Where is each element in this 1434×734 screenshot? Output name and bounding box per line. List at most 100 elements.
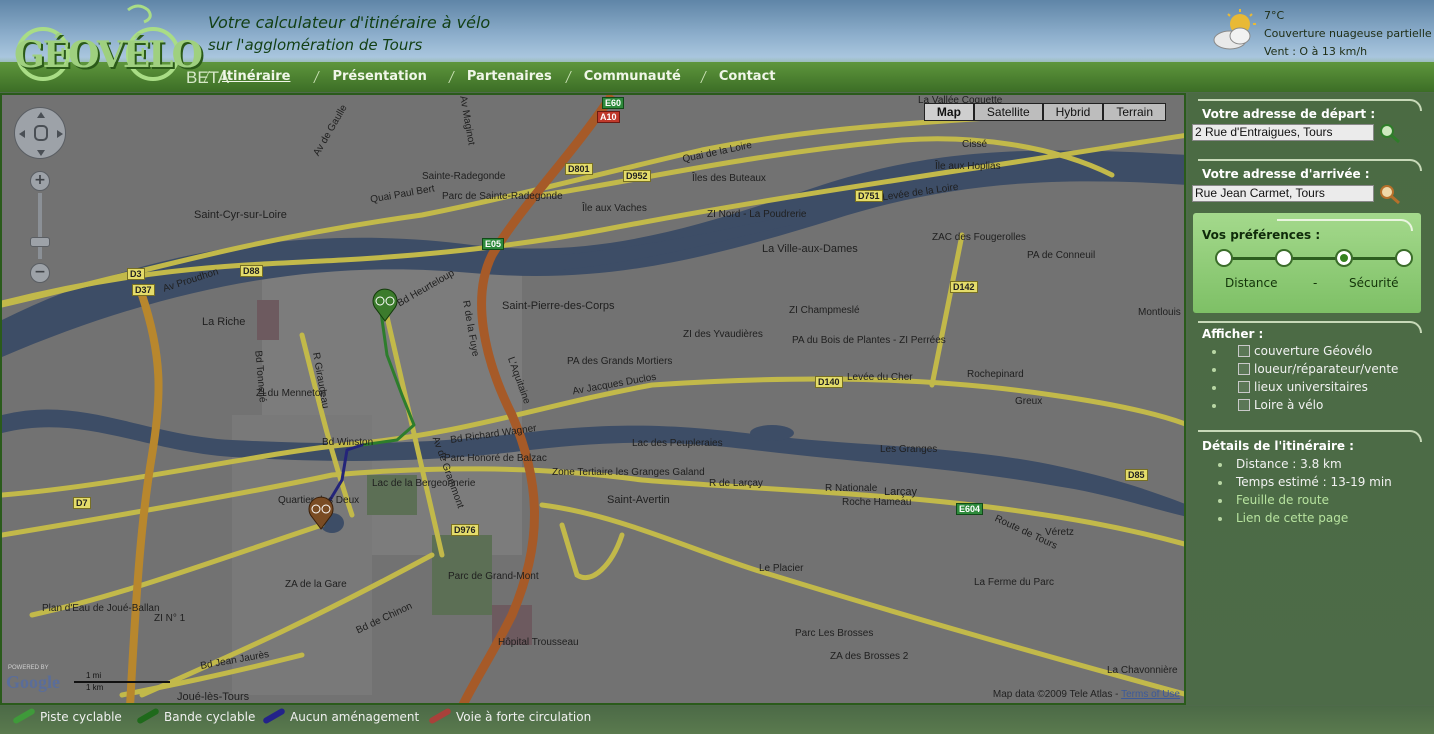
place-label: Hôpital Trousseau xyxy=(498,637,579,648)
nav-contact[interactable]: Contact xyxy=(697,66,788,90)
roadmap-link[interactable]: Feuille de route xyxy=(1218,493,1329,507)
legend-swatch-aucun xyxy=(262,707,286,725)
preference-stop-4[interactable] xyxy=(1395,249,1413,267)
detail-time-text: Temps estimé : 13-19 min xyxy=(1236,475,1392,489)
legend-label: Bande cyclable xyxy=(164,710,256,724)
road-label: R de Larçay xyxy=(709,478,763,489)
geovelo-logo[interactable]: GÉOVÉLO xyxy=(8,4,203,84)
place-label: Île aux Vaches xyxy=(582,203,647,214)
map-type-satellite[interactable]: Satellite xyxy=(973,103,1043,121)
place-label: Plan d'Eau de Joué-Ballan xyxy=(42,603,160,614)
nav-communaute[interactable]: Communauté xyxy=(562,66,693,90)
start-address-input[interactable]: 2 Rue d'Entraigues, Tours xyxy=(1192,124,1374,141)
place-label: Zone Tertiaire les Granges Galand xyxy=(552,467,705,478)
show-option-row[interactable]: Loire à vélo xyxy=(1212,398,1323,414)
road-shield: D88 xyxy=(240,265,263,277)
show-title: Afficher : xyxy=(1202,327,1264,341)
legend-label: Aucun aménagement xyxy=(290,710,420,724)
road-label: Levée du Cher xyxy=(847,372,913,383)
place-label: Îles des Buteaux xyxy=(692,173,766,184)
legend-item: Aucun aménagement xyxy=(262,707,420,725)
bullet-icon xyxy=(1218,481,1222,485)
nav-itineraire[interactable]: Itinéraire xyxy=(200,66,302,90)
nav-partenaires[interactable]: Partenaires xyxy=(445,66,564,90)
page-link-text[interactable]: Lien de cette page xyxy=(1236,511,1348,525)
checkbox[interactable] xyxy=(1238,345,1250,357)
place-label: ZI N° 1 xyxy=(154,613,186,624)
map-attribution: Map data ©2009 Tele Atlas - Terms of Use xyxy=(993,689,1180,700)
road-shield: E60 xyxy=(602,97,625,109)
map-type-terrain[interactable]: Terrain xyxy=(1103,103,1166,121)
google-logo[interactable]: Google xyxy=(6,672,60,693)
bullet-icon xyxy=(1212,386,1216,390)
detail-time: Temps estimé : 13-19 min xyxy=(1218,475,1392,489)
legend-label: Voie à forte circulation xyxy=(456,710,592,724)
legend-label: Piste cyclable xyxy=(40,710,122,724)
preference-distance-label: Distance xyxy=(1225,276,1278,290)
place-label: ZI Champmeslé xyxy=(789,305,860,316)
preference-separator: - xyxy=(1313,276,1318,290)
road-shield: D801 xyxy=(565,163,593,175)
start-marker-icon[interactable] xyxy=(370,287,400,323)
search-end-icon[interactable] xyxy=(1378,183,1402,205)
place-label: Parc de Sainte-Radegonde xyxy=(442,191,563,202)
show-option-row[interactable]: lieux universitaires xyxy=(1212,380,1368,396)
zoom-slider-handle[interactable] xyxy=(30,237,50,247)
zoom-slider-track[interactable] xyxy=(38,193,42,259)
bullet-icon xyxy=(1218,517,1222,521)
page-link[interactable]: Lien de cette page xyxy=(1218,511,1348,525)
place-label: Parc Les Brosses xyxy=(795,628,874,639)
preference-slider-track[interactable] xyxy=(1223,257,1405,260)
pan-control[interactable] xyxy=(14,107,66,159)
preference-stop-2[interactable] xyxy=(1275,249,1293,267)
road-shield: E05 xyxy=(482,238,505,250)
place-label: Sainte-Radegonde xyxy=(422,171,506,182)
checkbox[interactable] xyxy=(1238,363,1250,375)
place-label: Greux xyxy=(1015,396,1043,407)
place-label: PA de Conneuil xyxy=(1027,250,1096,261)
road-shield: D7 xyxy=(73,497,91,509)
show-option-row[interactable]: couverture Géovélo xyxy=(1212,344,1372,360)
end-address-input[interactable]: Rue Jean Carmet, Tours xyxy=(1192,185,1374,202)
preferences-title: Vos préférences : xyxy=(1202,228,1321,242)
road-shield: D37 xyxy=(132,284,155,296)
place-label: Roche Hameau xyxy=(842,497,912,508)
map-type-map[interactable]: Map xyxy=(923,103,974,121)
place-label: Saint-Pierre-des-Corps xyxy=(502,300,615,312)
road-shield: D751 xyxy=(855,190,883,202)
preference-stop-1[interactable] xyxy=(1215,249,1233,267)
detail-distance: Distance : 3.8 km xyxy=(1218,457,1342,471)
end-address-title: Votre adresse d'arrivée : xyxy=(1202,167,1370,181)
show-option-row[interactable]: loueur/réparateur/vente xyxy=(1212,362,1398,378)
bullet-icon xyxy=(1212,404,1216,408)
terms-of-use-link[interactable]: Terms of Use xyxy=(1121,689,1180,700)
bullet-icon xyxy=(1218,499,1222,503)
main-nav: Itinéraire Présentation Partenaires Comm… xyxy=(200,66,788,90)
nav-presentation[interactable]: Présentation xyxy=(310,66,438,90)
start-address-title: Votre adresse de départ : xyxy=(1202,107,1376,121)
map-view[interactable]: Saint-Cyr-sur-Loire Sainte-Radegonde Sai… xyxy=(0,93,1186,705)
road-shield: D85 xyxy=(1125,469,1148,481)
checkbox[interactable] xyxy=(1238,399,1250,411)
map-type-switcher: Map Satellite Hybrid Terrain xyxy=(923,103,1166,121)
zoom-out-button[interactable]: − xyxy=(30,263,50,283)
legend-swatch-piste xyxy=(12,707,36,725)
roadmap-link-text[interactable]: Feuille de route xyxy=(1236,493,1329,507)
place-label: Saint-Cyr-sur-Loire xyxy=(194,209,287,221)
road-shield: D952 xyxy=(623,170,651,182)
place-label: Lac de la Bergeonnerie xyxy=(372,478,476,489)
checkbox[interactable] xyxy=(1238,381,1250,393)
header: GÉOVÉLO BETA Votre calculateur d'itinéra… xyxy=(0,0,1434,92)
zoom-in-button[interactable]: + xyxy=(30,171,50,191)
place-label: ZA de la Gare xyxy=(285,579,347,590)
map-type-hybrid[interactable]: Hybrid xyxy=(1042,103,1104,121)
hand-pan-icon xyxy=(19,112,63,156)
end-marker-icon[interactable] xyxy=(306,495,336,531)
attribution-text: Map data ©2009 Tele Atlas - xyxy=(992,689,1119,700)
place-label: La Ville-aux-Dames xyxy=(762,243,858,255)
place-label: Véretz xyxy=(1045,527,1074,538)
weather-condition: Couverture nuageuse partielle xyxy=(1264,27,1432,40)
place-label: Les Granges xyxy=(880,444,938,455)
preference-stop-3-selected[interactable] xyxy=(1335,249,1353,267)
search-start-icon[interactable] xyxy=(1378,122,1402,144)
